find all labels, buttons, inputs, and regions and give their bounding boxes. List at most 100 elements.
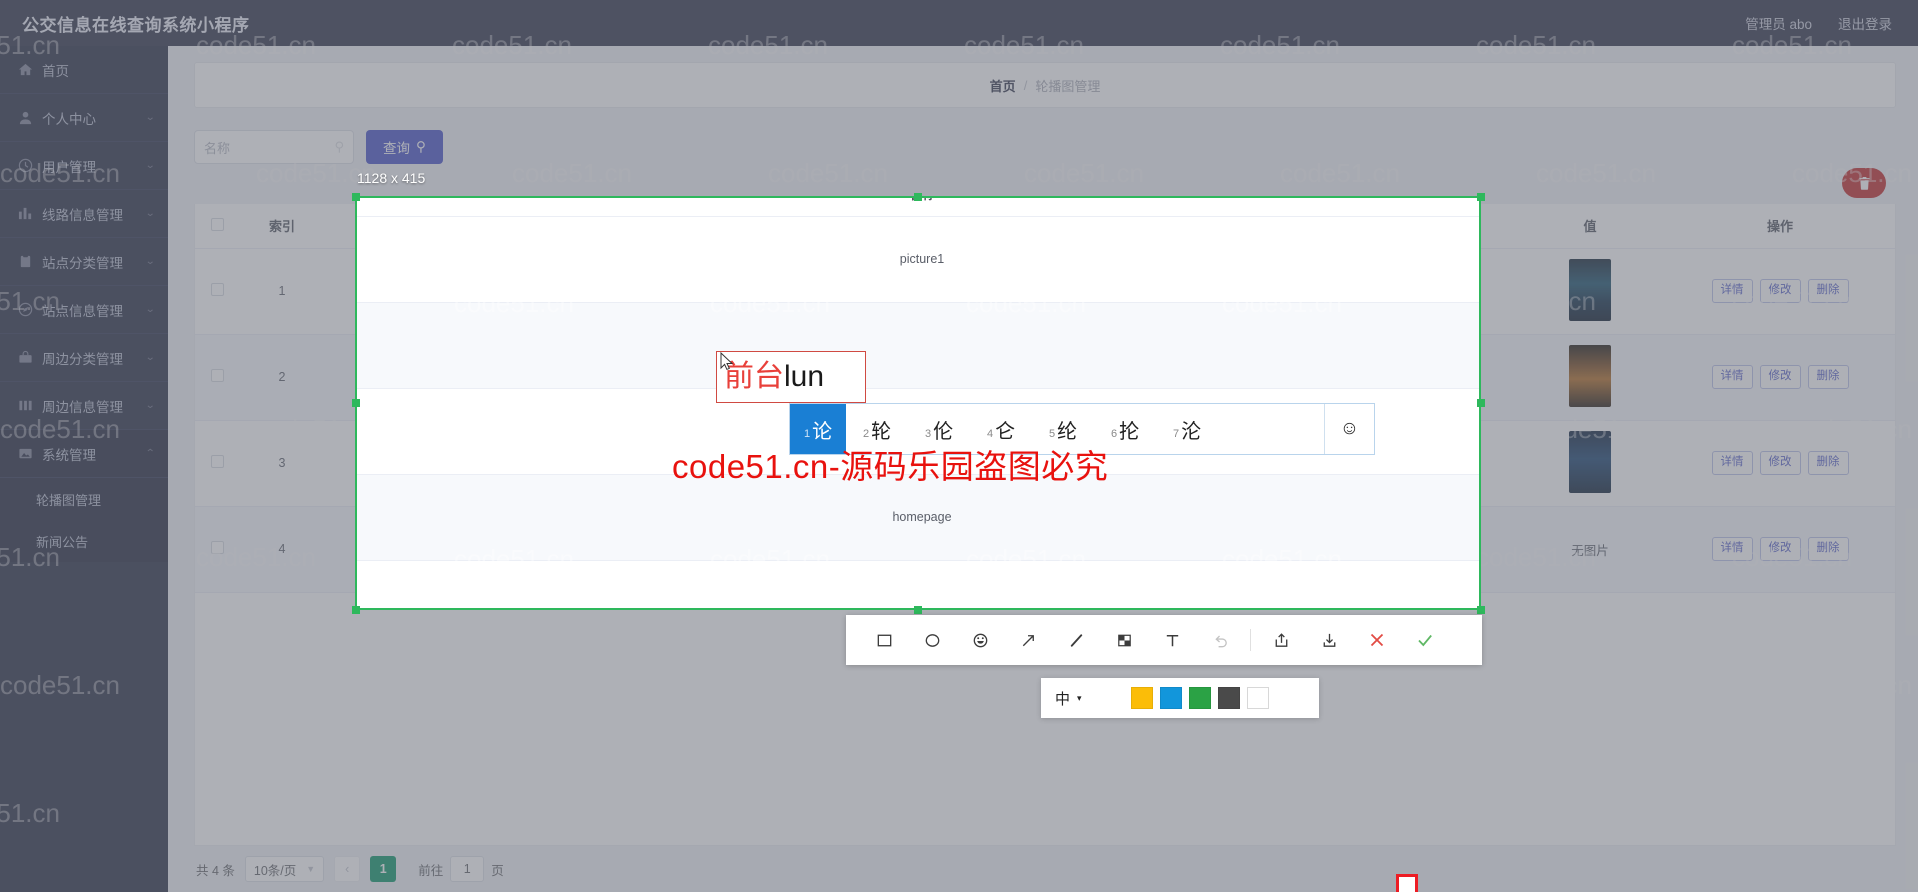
resize-handle-nw[interactable] (352, 193, 360, 201)
pagination-jump-unit: 页 (491, 863, 504, 878)
clock-icon (18, 158, 33, 173)
arrow-icon[interactable] (1004, 615, 1052, 665)
rect-icon[interactable] (860, 615, 908, 665)
select-all-checkbox[interactable] (210, 217, 224, 231)
detail-button[interactable]: 详情 (1711, 451, 1753, 475)
row-index: 3 (239, 420, 325, 507)
capture-style-bar[interactable]: 中 ▾ (1041, 678, 1418, 892)
detail-button[interactable]: 详情 (1711, 279, 1753, 303)
page-size-label: 10条/页 (253, 863, 297, 878)
row-index: 2 (239, 334, 325, 421)
sidebar-label: 线路信息管理 (42, 207, 123, 223)
search-icon: ⚲ (334, 139, 344, 154)
color-swatch-yellow[interactable] (1131, 687, 1153, 709)
row-index: 4 (239, 506, 325, 593)
resize-handle-w[interactable] (352, 399, 360, 407)
confirm-icon[interactable] (1401, 615, 1449, 665)
sidebar-item-station-info-management[interactable]: 站点信息管理 ⌄ (0, 286, 168, 334)
resize-handle-se[interactable] (1477, 606, 1485, 614)
row-checkbox[interactable] (210, 541, 224, 554)
row-thumbnail[interactable] (1569, 344, 1611, 407)
sidebar-item-home[interactable]: 首页 (0, 46, 168, 94)
column-header-index: 索引 (239, 204, 325, 249)
ellipse-icon[interactable] (908, 615, 956, 665)
detail-button[interactable]: 详情 (1711, 537, 1753, 561)
sidebar-item-station-category-management[interactable]: 站点分类管理 ⌄ (0, 238, 168, 286)
detail-button[interactable]: 详情 (1711, 365, 1753, 389)
chevron-down-icon: ⌄ (144, 304, 156, 315)
delete-button[interactable]: 删除 (1807, 365, 1849, 389)
mosaic-icon[interactable] (1100, 615, 1148, 665)
chevron-down-icon: ⌄ (144, 352, 156, 363)
chevron-down-icon: ⌄ (144, 256, 156, 267)
row-checkbox[interactable] (210, 369, 224, 382)
delete-button[interactable]: 删除 (1807, 451, 1849, 475)
row-checkbox[interactable] (210, 455, 224, 468)
edit-button[interactable]: 修改 (1759, 365, 1801, 389)
batch-delete-button[interactable] (1842, 168, 1886, 198)
edit-button[interactable]: 修改 (1759, 451, 1801, 475)
brush-size-select[interactable]: 中 ▾ (1055, 688, 1117, 709)
breadcrumb: 首页 / 轮播图管理 (194, 62, 1896, 108)
ime-candidate-7[interactable]: 7沦 (1156, 404, 1218, 454)
annotation-text-box[interactable]: 前台 lun (716, 351, 866, 403)
edit-button[interactable]: 修改 (1759, 537, 1801, 561)
undo-icon[interactable] (1196, 615, 1244, 665)
magnifier-icon: ⚲ (416, 139, 426, 154)
select-all-header[interactable] (195, 204, 239, 249)
sidebar-item-poi-category-management[interactable]: 周边分类管理 ⌄ (0, 334, 168, 382)
bag-icon (18, 350, 33, 365)
pagination-jump-input[interactable]: 1 (450, 856, 485, 882)
user-icon (18, 110, 33, 125)
breadcrumb-separator: / (1023, 77, 1028, 93)
query-button[interactable]: 查询 ⚲ (366, 130, 443, 164)
color-swatch-gray[interactable] (1218, 687, 1240, 709)
color-swatch-white[interactable] (1247, 687, 1269, 709)
sidebar-item-route-info-management[interactable]: 线路信息管理 ⌄ (0, 190, 168, 238)
resize-handle-e[interactable] (1477, 399, 1485, 407)
sidebar-item-system-management[interactable]: 系统管理 ⌃ (0, 430, 168, 478)
sidebar-subitem-news-announcement[interactable]: 新闻公告 (0, 520, 168, 562)
edit-button[interactable]: 修改 (1759, 279, 1801, 303)
sidebar-subitem-carousel-management[interactable]: 轮播图管理 (0, 478, 168, 520)
ime-emoji-icon[interactable]: ☺ (1324, 404, 1374, 454)
text-icon[interactable] (1148, 615, 1196, 665)
query-button-label: 查询 (383, 141, 410, 156)
pen-icon[interactable] (1052, 615, 1100, 665)
row-index: 1 (239, 248, 325, 335)
row-thumbnail[interactable] (1569, 430, 1611, 493)
search-input[interactable]: 名称 ⚲ (194, 130, 354, 164)
color-swatch-blue[interactable] (1160, 687, 1182, 709)
resize-handle-s[interactable] (914, 606, 922, 614)
color-swatches[interactable] (1131, 687, 1418, 892)
app-brand-title: 公交信息在线查询系统小程序 (22, 15, 250, 35)
theft-warning-watermark: code51.cn-源码乐园盗图必究 (672, 448, 1109, 485)
resize-handle-sw[interactable] (352, 606, 360, 614)
delete-button[interactable]: 删除 (1807, 537, 1849, 561)
download-icon[interactable] (1305, 615, 1353, 665)
color-swatch-green[interactable] (1189, 687, 1211, 709)
sidebar-item-user-management[interactable]: 用户管理 ⌄ (0, 142, 168, 190)
pagination-page-1[interactable]: 1 (370, 856, 397, 882)
smiley-icon[interactable] (956, 615, 1004, 665)
capture-size-indicator: 1128 x 415 (357, 170, 426, 186)
cancel-icon[interactable] (1353, 615, 1401, 665)
pagination: 共 4 条 10条/页 ▼ ‹ 1 前往 1 页 (194, 846, 1896, 892)
page-size-select[interactable]: 10条/页 ▼ (244, 856, 325, 882)
sidebar-item-personal-center[interactable]: 个人中心 ⌄ (0, 94, 168, 142)
row-thumbnail[interactable] (1569, 258, 1611, 321)
pagination-prev-button[interactable]: ‹ (334, 856, 361, 882)
row-checkbox[interactable] (210, 283, 224, 296)
sidebar-item-poi-info-management[interactable]: 周边信息管理 ⌄ (0, 382, 168, 430)
color-swatch-red[interactable] (1396, 874, 1418, 892)
delete-button[interactable]: 删除 (1807, 279, 1849, 303)
sidebar-nav[interactable]: 首页 个人中心 ⌄ 用户管理 ⌄ 线路信息管理 ⌄ 站点分类管理 ⌄ 站点信息管… (0, 46, 168, 892)
logout-button[interactable]: 退出登录 (1838, 13, 1892, 33)
share-icon[interactable] (1257, 615, 1305, 665)
breadcrumb-home[interactable]: 首页 (990, 76, 1016, 95)
chevron-down-icon: ⌄ (144, 400, 156, 411)
resize-handle-ne[interactable] (1477, 193, 1485, 201)
capture-toolbar[interactable] (846, 615, 1482, 665)
resize-handle-n[interactable] (914, 193, 922, 201)
picture-icon (18, 446, 33, 461)
